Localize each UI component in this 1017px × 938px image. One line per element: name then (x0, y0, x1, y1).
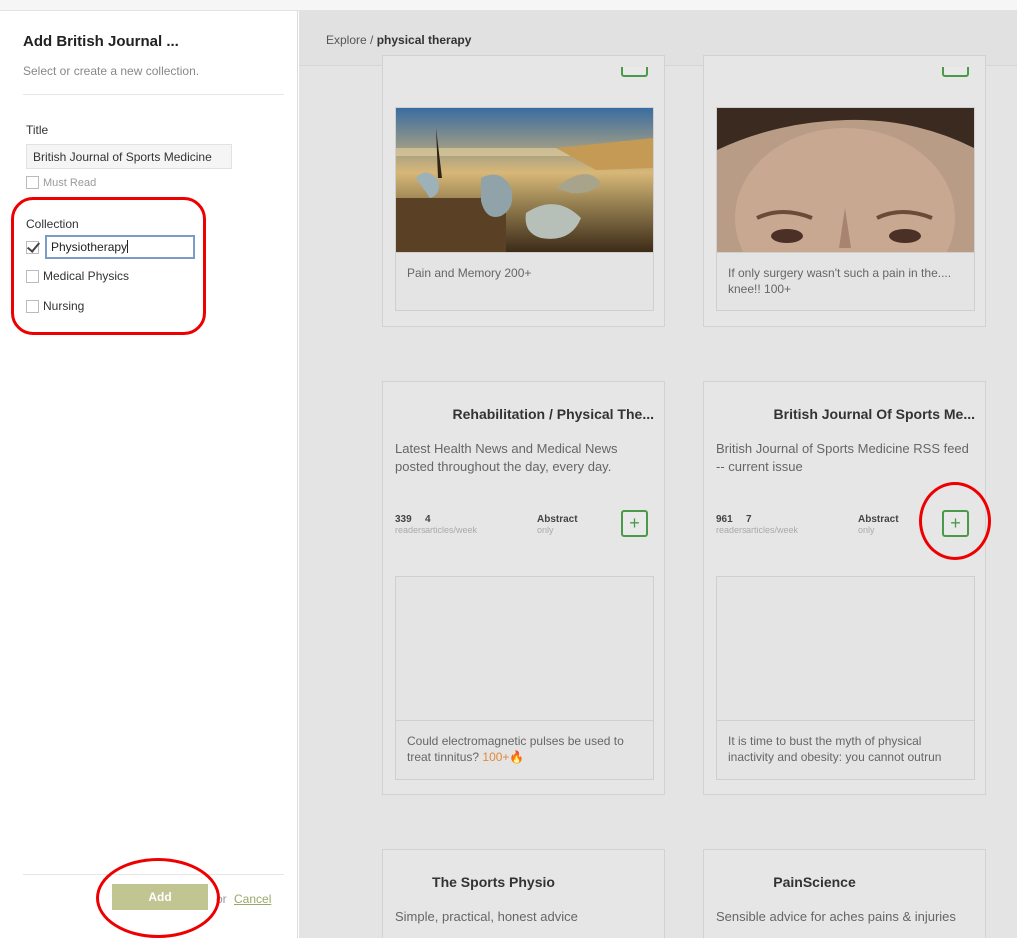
article-image (717, 108, 974, 252)
source-card[interactable]: Pain and Memory 200+ (382, 55, 665, 327)
fire-icon: 🔥 (509, 750, 525, 764)
article-preview[interactable]: Pain and Memory 200+ (395, 107, 654, 311)
article-separator (717, 720, 974, 721)
breadcrumb: Explore / physical therapy (326, 33, 471, 47)
article-count: 100+ (482, 750, 510, 764)
explore-main: Explore / physical therapy Pain and Memo… (299, 11, 1017, 938)
cancel-link[interactable]: Cancel (234, 892, 271, 906)
breadcrumb-root[interactable]: Explore / (326, 33, 373, 47)
source-title[interactable]: The Sports Physio (383, 874, 664, 890)
panel-title: Add British Journal ... (23, 33, 179, 50)
source-title[interactable]: PainScience (704, 874, 985, 890)
breadcrumb-current: physical therapy (376, 33, 472, 47)
article-separator (717, 252, 974, 253)
follow-button[interactable] (621, 67, 648, 77)
source-description: Latest Health News and Medical News post… (395, 441, 618, 474)
must-read-option[interactable]: Must Read (26, 176, 96, 189)
source-description: Simple, practical, honest advice (395, 909, 578, 924)
article-caption[interactable]: Pain and Memory 200+ (407, 265, 645, 281)
must-read-label: Must Read (43, 176, 97, 189)
source-card[interactable]: Rehabilitation / Physical The... Latest … (382, 381, 665, 795)
add-to-collection-panel: Add British Journal ... Select or create… (0, 11, 298, 938)
source-card[interactable]: The Sports Physio Simple, practical, hon… (382, 849, 665, 938)
follow-button[interactable] (942, 67, 969, 77)
article-separator (396, 720, 653, 721)
source-description: Sensible advice for aches pains & injuri… (716, 909, 956, 924)
article-preview[interactable]: It is time to bust the myth of physical … (716, 576, 975, 780)
readers-stat: 339 readers (395, 514, 426, 535)
article-preview[interactable]: Could electromagnetic pulses be used to … (395, 576, 654, 780)
abstract-stat: Abstract only (537, 514, 578, 535)
source-card[interactable]: British Journal Of Sports Me... British … (703, 381, 986, 795)
must-read-checkbox[interactable] (26, 176, 39, 189)
title-input[interactable]: British Journal of Sports Medicine (26, 144, 232, 169)
article-caption[interactable]: Could electromagnetic pulses be used to … (407, 733, 645, 765)
annotation-follow-highlight (919, 482, 991, 560)
source-title[interactable]: Rehabilitation / Physical The... (383, 406, 655, 422)
panel-subtitle: Select or create a new collection. (23, 64, 200, 78)
articles-week-stat: 4 articles/week (425, 514, 478, 535)
top-bar (0, 0, 1017, 11)
source-card[interactable]: If only surgery wasn't such a pain in th… (703, 55, 986, 327)
articles-week-stat: 7 articles/week (746, 514, 799, 535)
divider (23, 94, 284, 95)
article-caption[interactable]: If only surgery wasn't such a pain in th… (728, 265, 966, 297)
source-title[interactable]: British Journal Of Sports Me... (704, 406, 975, 422)
source-card[interactable]: PainScience Sensible advice for aches pa… (703, 849, 986, 938)
article-image (396, 108, 653, 252)
follow-button[interactable]: + (621, 510, 648, 537)
annotation-collection-highlight (11, 197, 206, 335)
annotation-add-highlight (96, 858, 220, 938)
source-description: British Journal of Sports Medicine RSS f… (716, 441, 969, 474)
article-caption[interactable]: It is time to bust the myth of physical … (728, 733, 966, 765)
readers-stat: 961 readers (716, 514, 747, 535)
abstract-stat: Abstract only (858, 514, 899, 535)
title-label: Title (26, 123, 49, 137)
article-preview[interactable]: If only surgery wasn't such a pain in th… (716, 107, 975, 311)
article-separator (396, 252, 653, 253)
